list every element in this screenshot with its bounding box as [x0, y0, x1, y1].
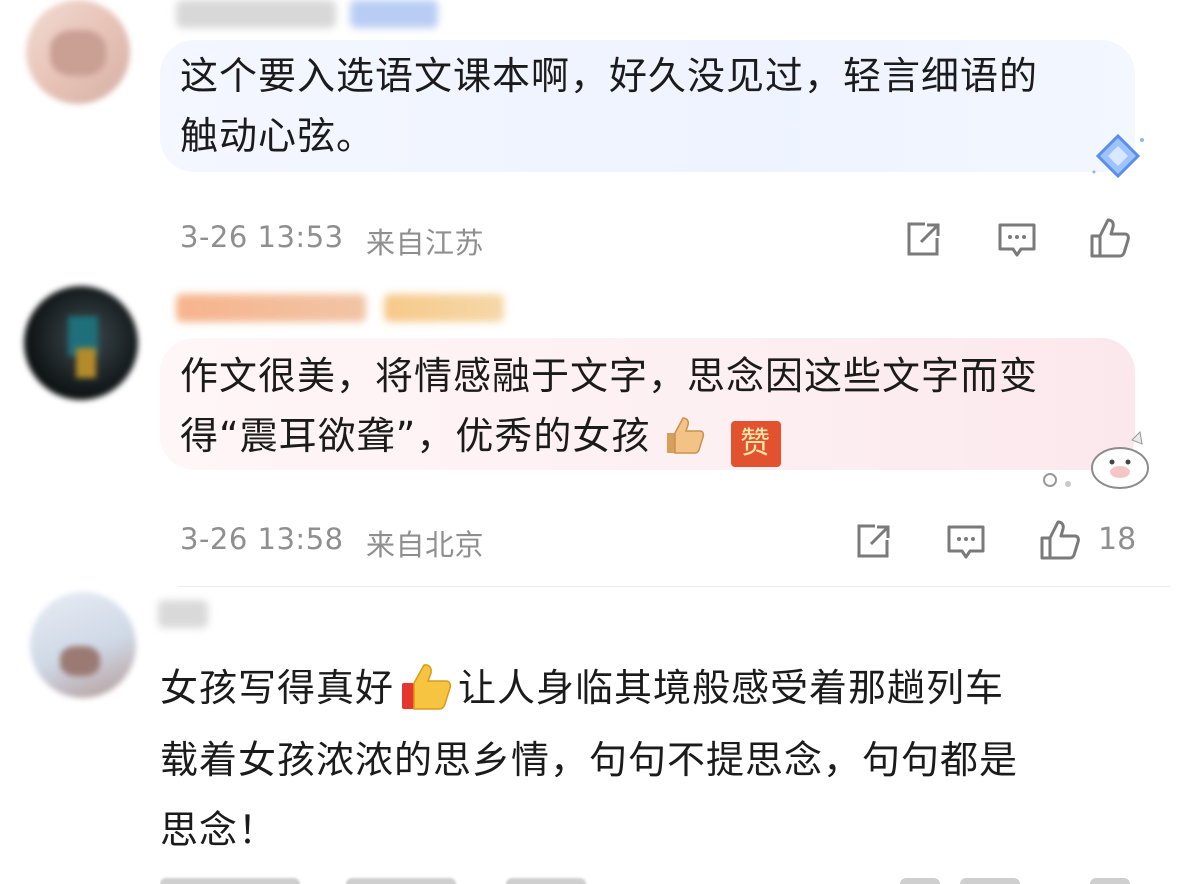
- user-badge: [350, 0, 438, 28]
- comment-text-line-2: 得“震耳欲聋”，优秀的女孩 赞: [180, 406, 781, 467]
- comment-text-line-1: 这个要入选语文课本啊，好久没见过，轻言细语的: [180, 54, 1039, 98]
- comment-text: 得“震耳欲聋”，优秀的女孩: [180, 414, 651, 458]
- comment-text-line-1: 作文很美，将情感融于文字，思念因这些文字而变: [180, 354, 1039, 398]
- comment-text-line-1: 女孩写得真好 让人身临其境般感受着那趟列车: [160, 658, 1004, 718]
- username[interactable]: [176, 294, 366, 322]
- thumbs-up-emoji: [667, 417, 705, 454]
- comment-divider: [178, 586, 1170, 587]
- comment-item-3: 女孩写得真好 让人身临其境般感受着那趟列车 载着女孩浓浓的思乡情，句句不提思念，…: [0, 588, 1200, 884]
- thumbs-up-emoji: [402, 664, 452, 710]
- avatar[interactable]: [26, 0, 130, 104]
- cartoon-sticker: [1043, 430, 1149, 489]
- comment-icon[interactable]: [997, 220, 1037, 260]
- comment-location: 来自北京: [366, 528, 485, 562]
- thumbs-up-icon[interactable]: [1088, 216, 1132, 260]
- username[interactable]: [158, 600, 208, 628]
- share-icon[interactable]: [853, 522, 893, 562]
- comment-item-1: 这个要入选语文课本啊，好久没见过，轻言细语的 触动心弦。 3-26 13:53 …: [0, 0, 1200, 280]
- comment-icon[interactable]: [946, 522, 986, 562]
- like-count: 18: [1098, 522, 1137, 557]
- username[interactable]: [176, 0, 336, 28]
- comment-text: 让人身临其境般感受着那趟列车: [458, 666, 1005, 710]
- diamond-badge-icon: [1092, 133, 1144, 179]
- user-badge: [384, 294, 504, 322]
- comment-text-line-3: 思念！: [160, 808, 278, 852]
- like-sticker: 赞: [730, 421, 781, 467]
- comment-timestamp: 3-26 13:58: [180, 522, 344, 556]
- comment-meta-row-cutoff: [160, 876, 1160, 884]
- comment-text-line-2: 触动心弦。: [180, 114, 376, 158]
- avatar[interactable]: [30, 592, 136, 698]
- avatar[interactable]: [24, 286, 138, 400]
- comment-location: 来自江苏: [366, 226, 485, 260]
- comment-timestamp: 3-26 13:53: [180, 220, 344, 254]
- comment-text-line-2: 载着女孩浓浓的思乡情，句句不提思念，句句都是: [160, 738, 1019, 782]
- thumbs-up-icon[interactable]: [1038, 518, 1082, 562]
- comment-item-2: 作文很美，将情感融于文字，思念因这些文字而变 得“震耳欲聋”，优秀的女孩 赞 3…: [0, 280, 1200, 585]
- share-icon[interactable]: [903, 220, 943, 260]
- comment-text: 女孩写得真好: [160, 666, 395, 710]
